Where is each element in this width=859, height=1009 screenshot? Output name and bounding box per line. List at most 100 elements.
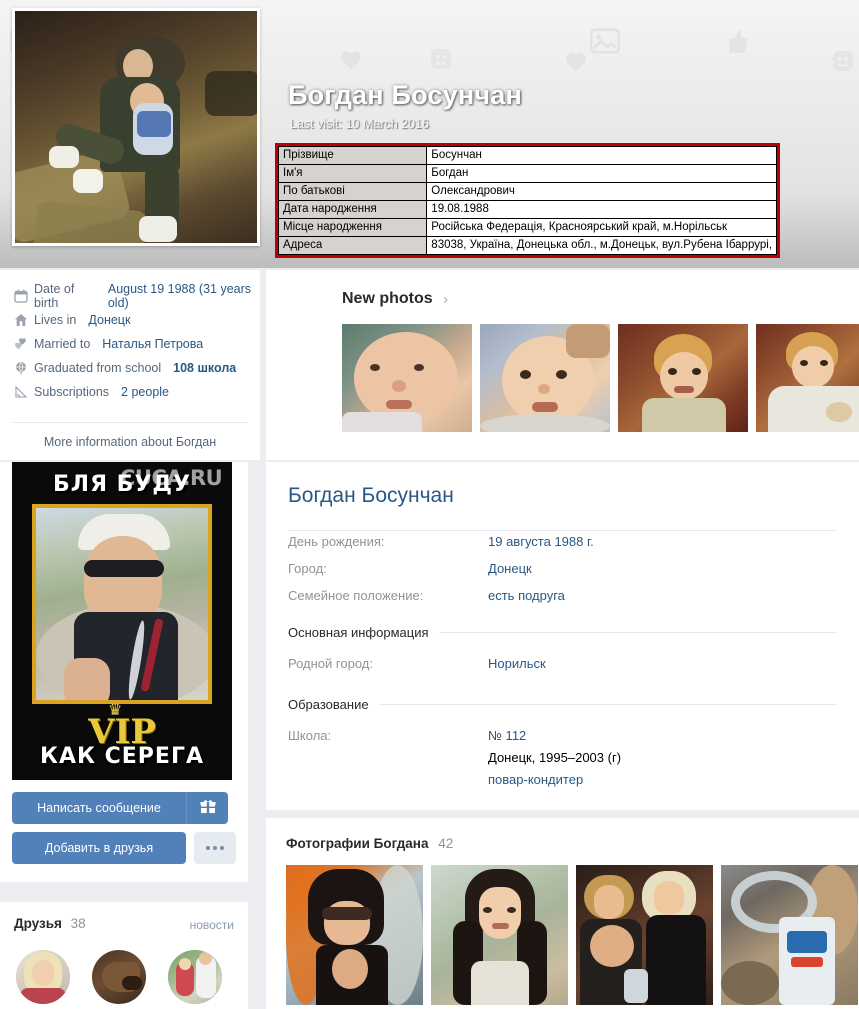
divider [288,530,837,531]
new-photo-thumb-3[interactable] [618,324,748,432]
new-photos-title[interactable]: New photos [342,290,433,308]
info-value[interactable]: 2 people [121,385,169,399]
info-value[interactable]: 108 школа [173,361,236,375]
add-friend-row: Добавить в друзья [12,832,236,864]
info-value[interactable]: Наталья Петрова [102,337,203,351]
field-value[interactable]: 19 августа 1988 г. [488,534,594,549]
table-row: Ім'я Богдан [277,164,777,183]
info-row-date-of-birth: Date of birth August 19 1988 (31 years o… [0,282,260,310]
vip-banner-panel: БЛЯ БУДУ CUCA.RU ♛ VIP КАК СЕРЕГА Написа… [0,462,248,882]
send-gift-button[interactable] [186,792,228,824]
profile-details-panel: Богдан Босунчан День рождения: 19 август… [266,462,859,810]
friends-header: Друзья 38 [14,916,86,931]
passport-table-body: Прізвище Босунчан Ім'я Богдан По батьков… [277,146,777,255]
calendar-icon [14,288,34,304]
info-label: Date of birth [34,282,75,310]
info-label: Graduated from school [34,361,162,375]
hearts-icon [14,336,34,352]
message-button-row: Написать сообщение [12,792,236,824]
photos-header: Фотографии Богдана 42 [286,836,453,851]
friend-avatar-2[interactable] [92,950,146,1004]
action-buttons: Написать сообщение Добавить в друзья [12,792,236,872]
field-key: Город: [288,561,327,576]
photos-panel: Фотографии Богдана 42 [266,818,859,1009]
photo-thumb-2[interactable] [431,865,568,1005]
info-label: Subscriptions [34,385,110,399]
section-line [438,632,837,633]
photos-count: 42 [438,836,454,851]
more-actions-button[interactable] [194,832,236,864]
face-watermark-icon-2 [832,50,854,72]
table-label: Прізвище [277,146,428,165]
globe-icon [14,360,34,376]
gift-icon [200,798,216,819]
photo-thumb-4[interactable] [721,865,858,1005]
field-key: Семейное положение: [288,588,424,603]
new-photo-thumb-1[interactable] [342,324,472,432]
table-value: Богдан [426,164,777,183]
table-label: Дата народження [277,200,428,219]
divider [12,422,248,423]
vip-inner-photo [32,504,212,704]
field-value[interactable]: Донецк [488,561,532,576]
friends-news-link[interactable]: новости [190,918,234,932]
vip-bottom-text: КАК СЕРЕГА [39,744,205,769]
table-value: Босунчан [426,146,777,165]
friend-avatar-3[interactable] [168,950,222,1004]
friends-panel: Друзья 38 новости [0,902,248,1009]
site-watermark: CUCA.RU [120,466,223,490]
info-label: Lives in [34,313,77,327]
section-education: Образование [288,697,837,712]
table-row: По батькові Олександрович [277,182,777,201]
section-main-information: Основная информация [288,625,837,640]
table-value: 19.08.1988 [426,200,777,219]
school-details: № 112 Донецк, 1995–2003 (г) повар-кондит… [488,728,621,787]
chevron-right-icon[interactable]: › [443,291,448,308]
table-row: Місце народження Російська Федерація, Кр… [277,218,777,237]
photos-strip [286,865,858,1005]
school-number[interactable]: № 112 [488,728,621,743]
friends-avatar-row [16,950,222,1004]
add-friend-button[interactable]: Добавить в друзья [12,832,186,864]
new-photos-panel: New photos › [266,270,859,460]
section-title: Образование [288,697,369,712]
vip-banner-image[interactable]: БЛЯ БУДУ CUCA.RU ♛ VIP КАК СЕРЕГА [12,462,232,780]
cover-photo-frame[interactable] [12,8,260,246]
table-value: Російська Федерація, Красноярський край,… [426,218,777,237]
new-photo-thumb-4[interactable] [756,324,859,432]
section-line [378,704,837,705]
section-title: Основная информация [288,625,429,640]
profile-field-city: Город: Донецк [288,561,532,576]
friends-count: 38 [70,916,86,931]
send-message-button[interactable]: Написать сообщение [12,792,186,824]
photos-title[interactable]: Фотографии Богдана [286,836,428,851]
rss-icon [14,384,34,400]
info-row-subscriptions: Subscriptions 2 people [0,380,260,404]
school-place-years: Донецк, 1995–2003 (г) [488,750,622,765]
field-value[interactable]: есть подруга [488,588,565,603]
school-specialty[interactable]: повар-кондитер [488,772,621,787]
table-row: Прізвище Босунчан [277,146,777,165]
field-value[interactable]: Норильск [488,656,546,671]
passport-data-table: Прізвище Босунчан Ім'я Богдан По батьков… [275,143,780,258]
table-row: Дата народження 19.08.1988 [277,200,777,219]
table-label: Адреса [277,236,428,255]
info-value[interactable]: Донецк [88,313,130,327]
photo-thumb-3[interactable] [576,865,713,1005]
table-label: По батькові [277,182,428,201]
profile-details-name[interactable]: Богдан Босунчан [288,484,454,508]
field-key: Родной город: [288,656,373,671]
friends-title[interactable]: Друзья [14,916,62,931]
new-photo-thumb-2[interactable] [480,324,610,432]
last-visit-text: Last visit: 10 March 2016 [290,117,429,131]
photo-thumb-1[interactable] [286,865,423,1005]
friend-avatar-1[interactable] [16,950,70,1004]
info-row-married-to: Married to Наталья Петрова [0,332,260,356]
more-information-link[interactable]: More information about Богдан [0,428,260,456]
info-value[interactable]: August 19 1988 (31 years old) [108,282,260,310]
table-label: Місце народження [277,218,428,237]
profile-field-birthday: День рождения: 19 августа 1988 г. [288,534,594,549]
table-value: Олександрович [426,182,777,201]
profile-info-panel: Date of birth August 19 1988 (31 years o… [0,270,260,460]
cover-photo[interactable] [15,11,257,243]
